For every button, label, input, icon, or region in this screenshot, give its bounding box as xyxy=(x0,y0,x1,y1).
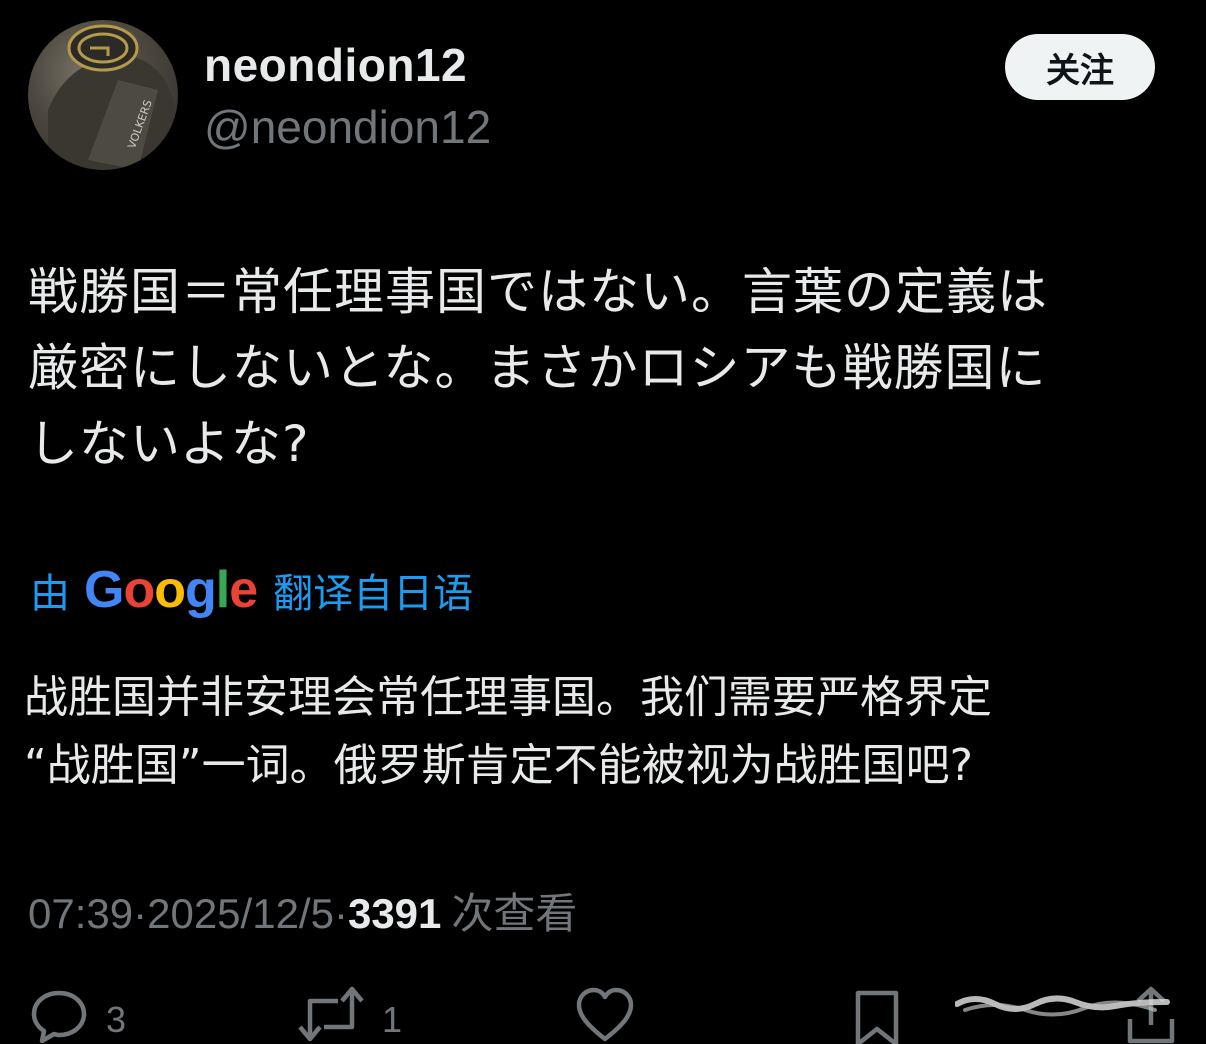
tweet-meta: 07:39 · 2025/12/5 · 3391 次查看 xyxy=(28,880,577,941)
translation-suffix: 翻译自日语 xyxy=(273,571,474,617)
follow-button[interactable]: 关注 xyxy=(1005,34,1155,100)
retweet-button[interactable]: 1 xyxy=(298,985,402,1043)
retweet-icon xyxy=(298,986,364,1042)
retweet-count: 1 xyxy=(382,999,403,1040)
tweet-time[interactable]: 07:39 xyxy=(28,890,133,938)
translated-text: 战胜国并非安理会常任理事国。我们需要严格界定 “战胜国”一词。俄罗斯肯定不能被视… xyxy=(24,664,1194,800)
meta-separator: · xyxy=(133,890,148,937)
tweet-date[interactable]: 2025/12/5 xyxy=(147,890,334,938)
views-label: 次查看 xyxy=(451,889,578,938)
translated-line: “战胜国”一词。俄罗斯肯定不能被视为战胜国吧? xyxy=(24,740,973,791)
display-name[interactable]: neondion12 xyxy=(204,38,467,92)
tweet-text: 戦勝国＝常任理事国ではない。言葉の定義は 厳密にしないとな。まさかロシアも戦勝国… xyxy=(28,254,1188,482)
tweet-line: 厳密にしないとな。まさかロシアも戦勝国に xyxy=(28,339,1047,397)
tweet-line: 戦勝国＝常任理事国ではない。言葉の定義は xyxy=(28,263,1048,321)
like-button[interactable] xyxy=(575,985,635,1043)
meta-separator: · xyxy=(333,890,348,937)
user-handle[interactable]: @neondion12 xyxy=(204,100,491,154)
avatar[interactable]: VOLKERS xyxy=(28,20,178,170)
reply-button[interactable]: 3 xyxy=(30,985,126,1043)
views-count[interactable]: 3391 xyxy=(348,890,441,938)
like-icon xyxy=(576,987,634,1042)
translation-prefix: 由 xyxy=(30,571,70,617)
tweet-line: しないよな? xyxy=(28,415,310,473)
bookmark-button[interactable] xyxy=(852,985,902,1044)
reply-icon xyxy=(31,990,87,1043)
translated-line: 战胜国并非安理会常任理事国。我们需要严格界定 xyxy=(24,672,992,723)
google-logo: Google xyxy=(84,561,258,619)
avatar-cap-image: VOLKERS xyxy=(48,24,176,170)
watermark-scribble xyxy=(955,995,1170,1017)
translation-attribution[interactable]: 由 Google 翻译自日语 xyxy=(30,560,473,620)
reply-count: 3 xyxy=(106,999,127,1040)
bookmark-icon xyxy=(855,990,899,1044)
